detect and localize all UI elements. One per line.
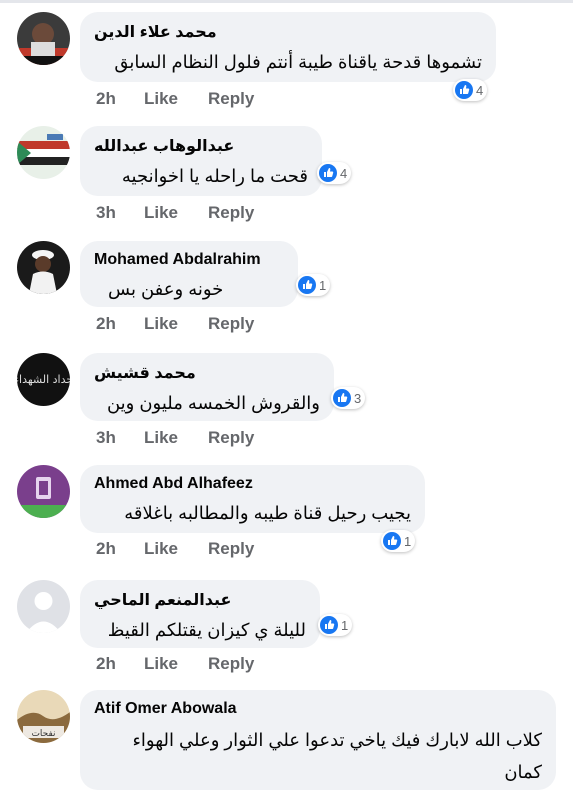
timestamp[interactable]: 2h — [96, 89, 144, 109]
comment-bubble: Ahmed Abd Alhafeez يجيب رحيل قناة طيبه و… — [80, 465, 425, 533]
comment-text: خونه وعفن بس — [108, 279, 224, 299]
like-button[interactable]: Like — [144, 203, 208, 223]
comment-text: تشموها قدحة ياقناة طيبة أنتم فلول النظام… — [114, 52, 482, 72]
comment-actions: 2h Like Reply — [96, 653, 278, 675]
reaction-count: 4 — [340, 165, 348, 181]
reaction-badge[interactable]: 3 — [331, 387, 366, 409]
avatar[interactable] — [17, 12, 70, 65]
comment-text: لليلة ي كيزان يقتلكم القيظ — [107, 620, 306, 640]
like-button[interactable]: Like — [144, 539, 208, 559]
reaction-badge[interactable]: 4 — [453, 79, 488, 101]
comment-actions: 2h Like Reply — [96, 538, 278, 560]
comment-text: يجيب رحيل قناة طيبه والمطالبه باغلاقه — [124, 503, 411, 523]
timestamp[interactable]: 2h — [96, 539, 144, 559]
avatar[interactable] — [17, 465, 70, 518]
timestamp[interactable]: 2h — [96, 654, 144, 674]
comment-text: والقروش الخمسه مليون وين — [106, 393, 320, 413]
like-reaction-icon — [298, 276, 316, 294]
commenter-name[interactable]: محمد قشيش — [94, 363, 320, 383]
like-reaction-icon — [383, 532, 401, 550]
reaction-count: 1 — [319, 277, 327, 293]
avatar-text: حداد الشهداء — [17, 373, 70, 386]
comment-actions: 2h Like Reply — [96, 313, 278, 335]
comment-actions: 3h Like Reply — [96, 202, 278, 224]
reaction-count: 4 — [476, 82, 484, 98]
avatar[interactable] — [17, 241, 70, 294]
comment-bubble: محمد قشيش والقروش الخمسه مليون وين — [80, 353, 334, 421]
reaction-count: 1 — [404, 533, 412, 549]
reaction-count: 3 — [354, 390, 362, 406]
like-button[interactable]: Like — [144, 89, 208, 109]
commenter-name[interactable]: عبدالوهاب عبدالله — [94, 136, 308, 156]
comment-bubble: عبدالمنعم الماحي لليلة ي كيزان يقتلكم ال… — [80, 580, 320, 648]
reply-button[interactable]: Reply — [208, 654, 278, 674]
like-button[interactable]: Like — [144, 654, 208, 674]
reply-button[interactable]: Reply — [208, 428, 278, 448]
reply-button[interactable]: Reply — [208, 539, 278, 559]
comment-bubble: Atif Omer Abowala كلاب الله لابارك فيك ي… — [80, 690, 556, 790]
reaction-badge[interactable]: 1 — [296, 274, 331, 296]
reaction-badge[interactable]: 1 — [318, 614, 353, 636]
avatar-text: نفحات — [31, 729, 55, 739]
top-divider — [0, 0, 573, 3]
reaction-badge[interactable]: 1 — [381, 530, 416, 552]
avatar[interactable]: حداد الشهداء — [17, 353, 70, 406]
like-reaction-icon — [320, 616, 338, 634]
commenter-name[interactable]: عبدالمنعم الماحي — [94, 590, 306, 610]
avatar[interactable]: نفحات — [17, 690, 70, 743]
timestamp[interactable]: 3h — [96, 203, 144, 223]
reply-button[interactable]: Reply — [208, 314, 278, 334]
like-button[interactable]: Like — [144, 428, 208, 448]
commenter-name[interactable]: Mohamed Abdalrahim — [94, 251, 284, 269]
comment-bubble: Mohamed Abdalrahim خونه وعفن بس — [80, 241, 298, 307]
comment-text: قحت ما راحله يا اخوانجيه — [121, 166, 308, 186]
comment-bubble: عبدالوهاب عبدالله قحت ما راحله يا اخوانج… — [80, 126, 322, 196]
avatar[interactable] — [17, 126, 70, 179]
comment-bubble: محمد علاء الدين تشموها قدحة ياقناة طيبة … — [80, 12, 496, 82]
reaction-badge[interactable]: 4 — [317, 162, 352, 184]
like-reaction-icon — [455, 81, 473, 99]
like-reaction-icon — [333, 389, 351, 407]
commenter-name[interactable]: Ahmed Abd Alhafeez — [94, 475, 411, 493]
reaction-count: 1 — [341, 617, 349, 633]
avatar[interactable] — [17, 580, 70, 633]
comment-actions: 3h Like Reply — [96, 427, 278, 449]
reply-button[interactable]: Reply — [208, 89, 278, 109]
like-reaction-icon — [319, 164, 337, 182]
commenter-name[interactable]: Atif Omer Abowala — [94, 700, 542, 718]
comment-text: كلاب الله لابارك فيك ياخي تدعوا علي الثو… — [132, 730, 542, 782]
timestamp[interactable]: 2h — [96, 314, 144, 334]
like-button[interactable]: Like — [144, 314, 208, 334]
comment-actions: 2h Like Reply — [96, 88, 278, 110]
timestamp[interactable]: 3h — [96, 428, 144, 448]
reply-button[interactable]: Reply — [208, 203, 278, 223]
commenter-name[interactable]: محمد علاء الدين — [94, 22, 482, 42]
